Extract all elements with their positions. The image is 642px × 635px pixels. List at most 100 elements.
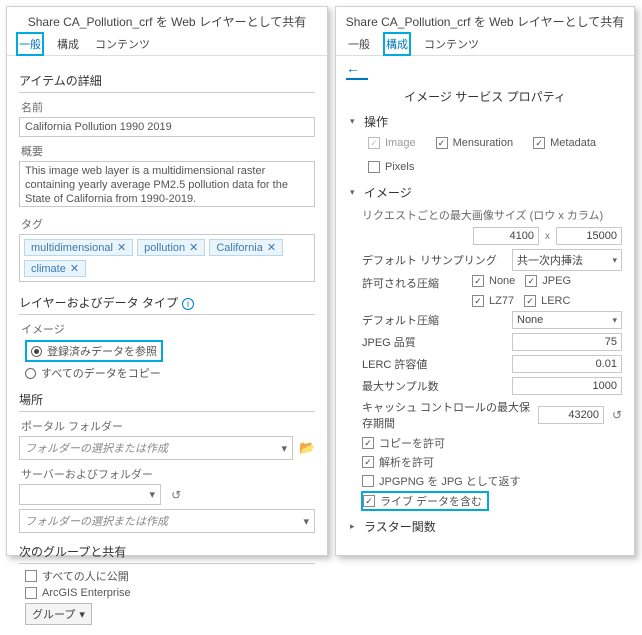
portal-folder-combo[interactable]: フォルダーの選択または作成▾ <box>19 436 293 460</box>
checkbox-icon <box>436 137 448 149</box>
check-everyone[interactable]: すべての人に公開 <box>25 568 315 584</box>
tags-field[interactable]: multidimensional✕ pollution✕ California✕… <box>19 234 315 282</box>
checkbox-icon <box>362 475 374 487</box>
tab-config[interactable]: 構成 <box>384 33 410 55</box>
radio-copy-data[interactable]: すべてのデータをコピー <box>25 365 315 381</box>
collapse-icon: ▾ <box>350 187 360 198</box>
panel-title: Share CA_Pollution_crf を Web レイヤーとして共有 <box>336 7 634 34</box>
name-label: 名前 <box>21 99 315 115</box>
reset-icon[interactable]: ↺ <box>612 408 622 422</box>
check-jpeg[interactable]: JPEG <box>525 275 571 287</box>
check-none[interactable]: None <box>472 275 515 287</box>
chevron-down-icon: ▾ <box>79 608 85 621</box>
tab-general[interactable]: 一般 <box>17 33 43 55</box>
check-enterprise[interactable]: ArcGIS Enterprise <box>25 587 315 599</box>
tabs: 一般 構成 コンテンツ <box>336 34 634 56</box>
chevron-down-icon: ▾ <box>150 488 156 501</box>
name-input[interactable] <box>19 117 315 137</box>
raster-functions-expander[interactable]: ▸ラスター関数 <box>350 518 622 535</box>
browse-folder-icon[interactable]: 📂 <box>299 440 315 456</box>
image-label: イメージ <box>21 321 315 337</box>
resample-label: デフォルト リサンプリング <box>362 252 497 268</box>
image-expander[interactable]: ▾イメージ <box>350 184 622 201</box>
chevron-down-icon: ▾ <box>612 315 617 326</box>
jpeg-quality-label: JPEG 品質 <box>362 334 416 350</box>
check-pixels[interactable]: Pixels <box>368 161 414 173</box>
checkbox-icon <box>363 495 375 507</box>
server-folder-combo[interactable]: フォルダーの選択または作成▾ <box>19 509 315 533</box>
share-panel-config: Share CA_Pollution_crf を Web レイヤーとして共有 一… <box>335 6 635 556</box>
chevron-down-icon: ▾ <box>612 255 617 266</box>
chevron-down-icon: ▾ <box>303 515 309 528</box>
check-jpgpng-as-jpg[interactable]: JPGPNG を JPG として返す <box>362 473 622 489</box>
summary-textarea[interactable]: This image web layer is a multidimension… <box>19 161 315 207</box>
server-folder-label: サーバーおよびフォルダー <box>21 466 315 482</box>
group-dropdown[interactable]: グループ▾ <box>25 603 92 625</box>
tag-remove-icon[interactable]: ✕ <box>117 241 126 254</box>
checkbox-icon <box>533 137 545 149</box>
back-underline <box>346 78 368 80</box>
checkbox-icon <box>368 137 380 149</box>
checkbox-icon <box>524 295 536 307</box>
collapse-icon: ▾ <box>350 116 360 127</box>
x-label: x <box>545 231 550 242</box>
tab-config[interactable]: 構成 <box>55 33 81 55</box>
tag-item[interactable]: California✕ <box>209 239 283 256</box>
lerc-tolerance-input[interactable] <box>512 355 622 373</box>
reset-icon[interactable]: ↺ <box>171 488 181 502</box>
cache-max-age-input[interactable] <box>538 406 604 424</box>
layer-data-heading: レイヤーおよびデータ タイプi <box>19 294 315 315</box>
max-size-label: リクエストごとの最大画像サイズ (ロウ x カラム) <box>362 207 622 223</box>
summary-label: 概要 <box>21 143 315 159</box>
server-combo[interactable]: ▾ <box>19 484 161 505</box>
allowed-compression-label: 許可される圧縮 <box>362 275 439 291</box>
back-arrow-icon[interactable]: ← <box>346 60 624 76</box>
check-lz77[interactable]: LZ77 <box>472 295 514 307</box>
max-rows-input[interactable] <box>473 227 539 245</box>
tag-remove-icon[interactable]: ✕ <box>267 241 276 254</box>
portal-folder-label: ポータル フォルダー <box>21 418 315 434</box>
operations-expander[interactable]: ▾操作 <box>350 113 622 130</box>
chevron-down-icon: ▾ <box>281 442 287 455</box>
radio-icon <box>31 346 42 357</box>
info-icon[interactable]: i <box>182 298 194 310</box>
tab-content[interactable]: コンテンツ <box>422 33 481 55</box>
radio-reference-data[interactable]: 登録済みデータを参照 <box>25 340 163 362</box>
tabs: 一般 構成 コンテンツ <box>7 34 327 56</box>
tab-general[interactable]: 一般 <box>346 33 372 55</box>
tag-item[interactable]: multidimensional✕ <box>24 239 133 256</box>
max-samples-input[interactable] <box>512 377 622 395</box>
checkbox-icon <box>368 161 380 173</box>
check-metadata[interactable]: Metadata <box>533 137 596 149</box>
check-allow-copy[interactable]: コピーを許可 <box>362 435 622 451</box>
checkbox-icon <box>525 275 537 287</box>
share-panel-general: Share CA_Pollution_crf を Web レイヤーとして共有 一… <box>6 6 328 556</box>
checkbox-icon <box>472 295 484 307</box>
max-cols-input[interactable] <box>556 227 622 245</box>
check-include-live-data[interactable]: ライブ データを含む <box>362 492 488 510</box>
check-lerc[interactable]: LERC <box>524 295 570 307</box>
default-compression-label: デフォルト圧縮 <box>362 312 439 328</box>
check-image: Image <box>368 137 416 149</box>
checkbox-icon <box>362 437 374 449</box>
expand-icon: ▸ <box>350 521 360 532</box>
checkbox-icon <box>25 587 37 599</box>
jpeg-quality-input[interactable] <box>512 333 622 351</box>
check-allow-analysis[interactable]: 解析を許可 <box>362 454 622 470</box>
default-compression-select[interactable]: None▾ <box>512 311 622 329</box>
checkbox-icon <box>362 456 374 468</box>
share-heading: 次のグループと共有 <box>19 543 315 564</box>
tag-remove-icon[interactable]: ✕ <box>70 262 79 275</box>
tag-item[interactable]: pollution✕ <box>137 239 205 256</box>
tag-item[interactable]: climate✕ <box>24 260 86 277</box>
tab-content[interactable]: コンテンツ <box>93 33 152 55</box>
checkbox-icon <box>25 570 37 582</box>
max-samples-label: 最大サンプル数 <box>362 378 439 394</box>
checkbox-icon <box>472 275 484 287</box>
resample-select[interactable]: 共一次内挿法▾ <box>512 249 622 271</box>
location-heading: 場所 <box>19 391 315 412</box>
panel-title: Share CA_Pollution_crf を Web レイヤーとして共有 <box>7 7 327 34</box>
check-mensuration[interactable]: Mensuration <box>436 137 514 149</box>
item-details-heading: アイテムの詳細 <box>19 72 315 93</box>
tag-remove-icon[interactable]: ✕ <box>189 241 198 254</box>
